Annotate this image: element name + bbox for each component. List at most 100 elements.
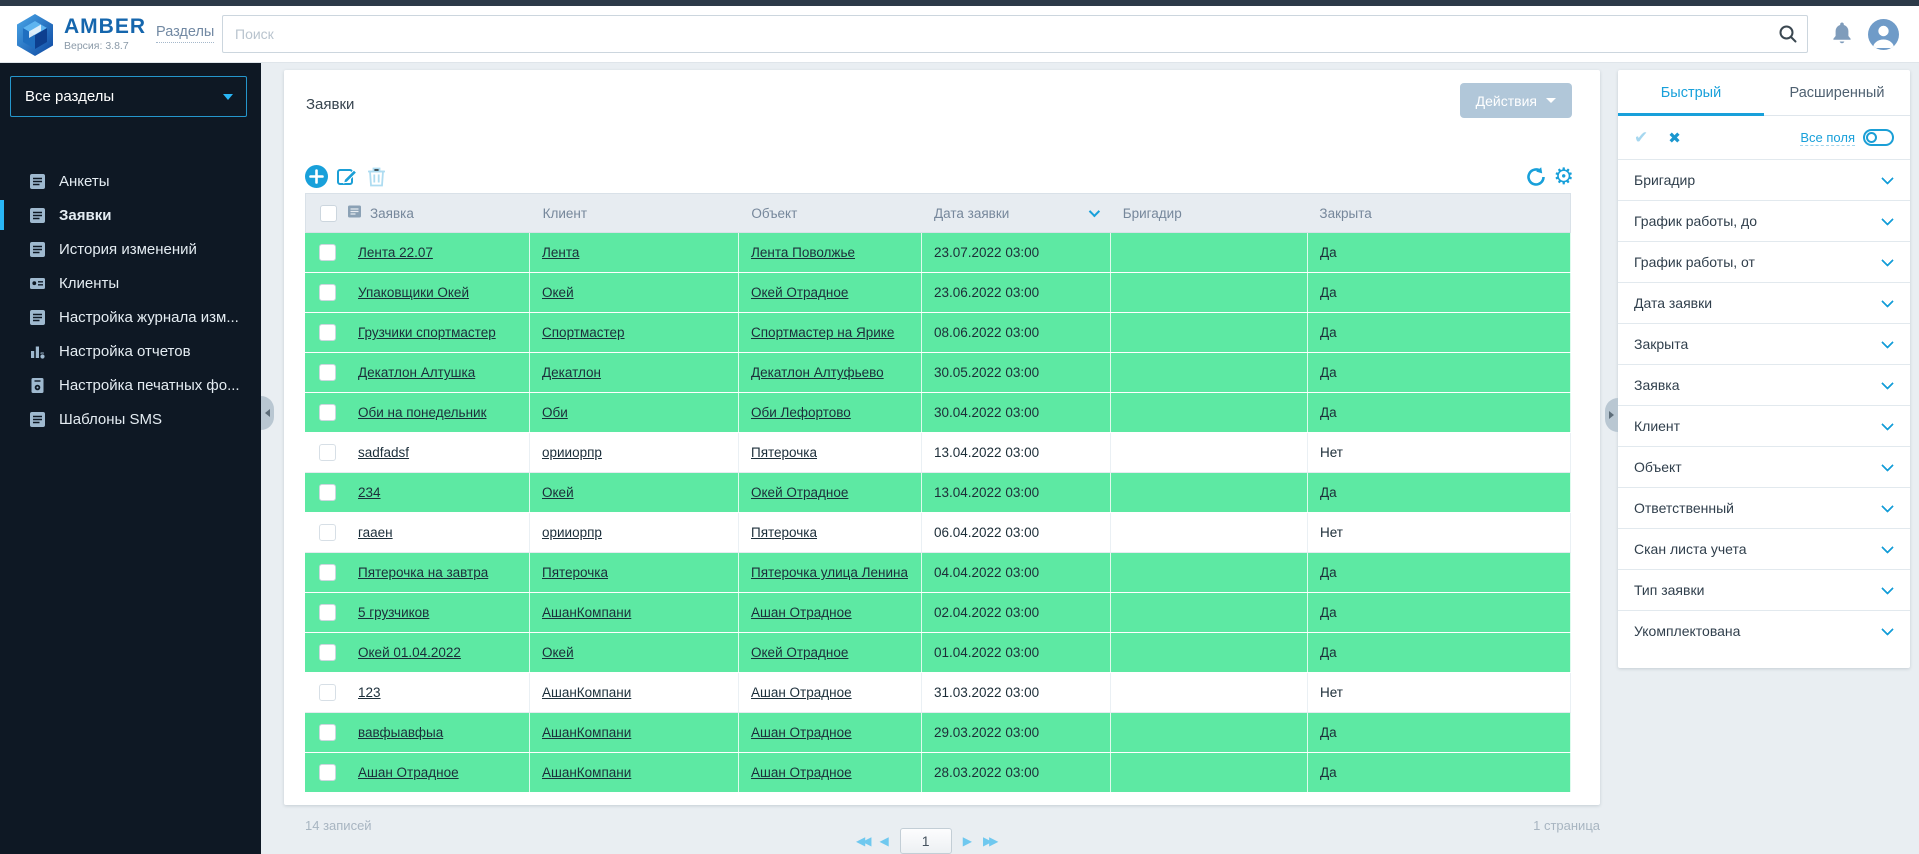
row-checkbox[interactable] <box>319 724 336 741</box>
object-link[interactable]: Декатлон Алтуфьево <box>751 365 884 380</box>
filter-field-row[interactable]: Тип заявки <box>1618 569 1910 610</box>
table-row[interactable]: 234ОкейОкей Отрадное13.04.2022 03:00Да <box>305 473 1571 513</box>
request-link[interactable]: Ашан Отрадное <box>358 765 459 780</box>
filter-field-row[interactable]: Укомплектована <box>1618 610 1910 651</box>
filter-field-row[interactable]: Клиент <box>1618 405 1910 446</box>
table-row[interactable]: гааенорииорпрПятерочка06.04.2022 03:00Не… <box>305 513 1571 553</box>
sidebar-item[interactable]: История изменений <box>0 232 261 266</box>
row-checkbox[interactable] <box>319 564 336 581</box>
request-link[interactable]: 123 <box>358 685 381 700</box>
table-row[interactable]: Грузчики спортмастерСпортмастерСпортмаст… <box>305 313 1571 353</box>
row-checkbox[interactable] <box>319 764 336 781</box>
select-all-checkbox[interactable] <box>320 205 337 222</box>
table-row[interactable]: 5 грузчиковАшанКомпаниАшан Отрадное02.04… <box>305 593 1571 633</box>
prev-page-button[interactable]: ◀ <box>879 834 888 848</box>
table-row[interactable]: sadfadsfорииорпрПятерочка13.04.2022 03:0… <box>305 433 1571 473</box>
all-fields-link[interactable]: Все поля <box>1800 130 1855 146</box>
object-link[interactable]: Окей Отрадное <box>751 645 848 660</box>
edit-record-button[interactable] <box>336 165 359 188</box>
object-link[interactable]: Лента Поволжье <box>751 245 855 260</box>
request-link[interactable]: вавфыавфыа <box>358 725 443 740</box>
actions-button[interactable]: Действия <box>1460 83 1572 118</box>
table-row[interactable]: Декатлон Алтушка Декатлон Декатлон Алтуфье… <box>305 353 1571 393</box>
search-icon[interactable] <box>1778 24 1798 44</box>
page-number-input[interactable] <box>900 828 952 854</box>
apply-filter-icon[interactable]: ✔ <box>1634 128 1648 148</box>
request-link[interactable]: Грузчики спортмастер <box>358 325 496 340</box>
request-link[interactable]: Пятерочка на завтра <box>358 565 488 580</box>
filter-field-row[interactable]: Закрыта <box>1618 323 1910 364</box>
row-checkbox[interactable] <box>319 644 336 661</box>
column-header[interactable]: Бригадир <box>1111 194 1308 232</box>
row-checkbox[interactable] <box>319 284 336 301</box>
client-link[interactable]: АшанКомпани <box>542 685 631 700</box>
all-fields-toggle[interactable] <box>1863 129 1894 146</box>
last-page-button[interactable]: ▶▶ <box>983 834 995 848</box>
row-checkbox[interactable] <box>319 484 336 501</box>
clear-filter-icon[interactable]: ✖ <box>1668 129 1681 147</box>
client-link[interactable]: Окей <box>542 645 574 660</box>
client-link[interactable]: орииорпр <box>542 525 602 540</box>
filter-field-row[interactable]: Объект <box>1618 446 1910 487</box>
table-row[interactable]: 123АшанКомпаниАшан Отрадное31.03.2022 03… <box>305 673 1571 713</box>
search-input[interactable] <box>222 15 1808 53</box>
row-checkbox[interactable] <box>319 244 336 261</box>
refresh-icon[interactable] <box>1525 166 1547 188</box>
filter-field-row[interactable]: Дата заявки <box>1618 282 1910 323</box>
object-link[interactable]: Ашан Отрадное <box>751 765 852 780</box>
table-row[interactable]: Окей 01.04.2022ОкейОкей Отрадное01.04.20… <box>305 633 1571 673</box>
column-header[interactable]: Клиент <box>531 194 740 232</box>
client-link[interactable]: АшанКомпани <box>542 725 631 740</box>
collapse-filter-handle[interactable] <box>1605 398 1618 432</box>
client-link[interactable]: Окей <box>542 285 574 300</box>
client-link[interactable]: Лента <box>542 245 579 260</box>
delete-record-button[interactable] <box>366 165 387 188</box>
sidebar-item[interactable]: Настройка отчетов <box>0 334 261 368</box>
request-link[interactable]: Декатлон Алтушка <box>358 365 475 380</box>
row-checkbox[interactable] <box>319 524 336 541</box>
row-checkbox[interactable] <box>319 604 336 621</box>
filter-field-row[interactable]: Бригадир <box>1618 159 1910 200</box>
request-link[interactable]: гааен <box>358 525 393 540</box>
object-link[interactable]: Спортмастер на Ярике <box>751 325 894 340</box>
row-checkbox[interactable] <box>319 364 336 381</box>
request-link[interactable]: Окей 01.04.2022 <box>358 645 461 660</box>
user-avatar[interactable] <box>1868 19 1899 50</box>
row-checkbox[interactable] <box>319 404 336 421</box>
sidebar-item[interactable]: Настройка журнала изм... <box>0 300 261 334</box>
column-header[interactable]: Дата заявки <box>922 194 1111 232</box>
sections-link[interactable]: Разделы <box>156 24 214 43</box>
object-link[interactable]: Окей Отрадное <box>751 485 848 500</box>
request-link[interactable]: Упаковщики Окей <box>358 285 469 300</box>
client-link[interactable]: Пятерочка <box>542 565 608 580</box>
row-checkbox[interactable] <box>319 324 336 341</box>
object-link[interactable]: Пятерочка <box>751 445 817 460</box>
tab-quick-filter[interactable]: Быстрый <box>1618 70 1764 115</box>
next-page-button[interactable]: ▶ <box>963 834 972 848</box>
row-checkbox[interactable] <box>319 444 336 461</box>
sidebar-item[interactable]: Заявки <box>0 198 261 232</box>
sidebar-item[interactable]: Клиенты <box>0 266 261 300</box>
filter-field-row[interactable]: График работы, до <box>1618 200 1910 241</box>
object-link[interactable]: Пятерочка улица Ленина <box>751 565 908 580</box>
filter-field-row[interactable]: Скан листа учета <box>1618 528 1910 569</box>
client-link[interactable]: Оби <box>542 405 568 420</box>
column-header[interactable]: Закрыта <box>1307 194 1570 232</box>
first-page-button[interactable]: ◀◀ <box>856 834 868 848</box>
all-sections-dropdown[interactable]: Все разделы <box>10 76 247 117</box>
client-link[interactable]: АшанКомпани <box>542 605 631 620</box>
filter-field-row[interactable]: Заявка <box>1618 364 1910 405</box>
sidebar-item[interactable]: Анкеты <box>0 164 261 198</box>
column-header[interactable]: Объект <box>739 194 922 232</box>
table-row[interactable]: Упаковщики ОкейОкейОкей Отрадное23.06.20… <box>305 273 1571 313</box>
sidebar-item[interactable]: Настройка печатных фо... <box>0 368 261 402</box>
client-link[interactable]: орииорпр <box>542 445 602 460</box>
object-link[interactable]: Ашан Отрадное <box>751 605 852 620</box>
object-link[interactable]: Оби Лефортово <box>751 405 851 420</box>
table-row[interactable]: вавфыавфыаАшанКомпаниАшан Отрадное29.03.… <box>305 713 1571 753</box>
table-row[interactable]: Ашан ОтрадноеАшанКомпаниАшан Отрадное28.… <box>305 753 1571 793</box>
request-link[interactable]: 5 грузчиков <box>358 605 429 620</box>
object-link[interactable]: Окей Отрадное <box>751 285 848 300</box>
client-link[interactable]: Декатлон <box>542 365 601 380</box>
request-link[interactable]: 234 <box>358 485 381 500</box>
